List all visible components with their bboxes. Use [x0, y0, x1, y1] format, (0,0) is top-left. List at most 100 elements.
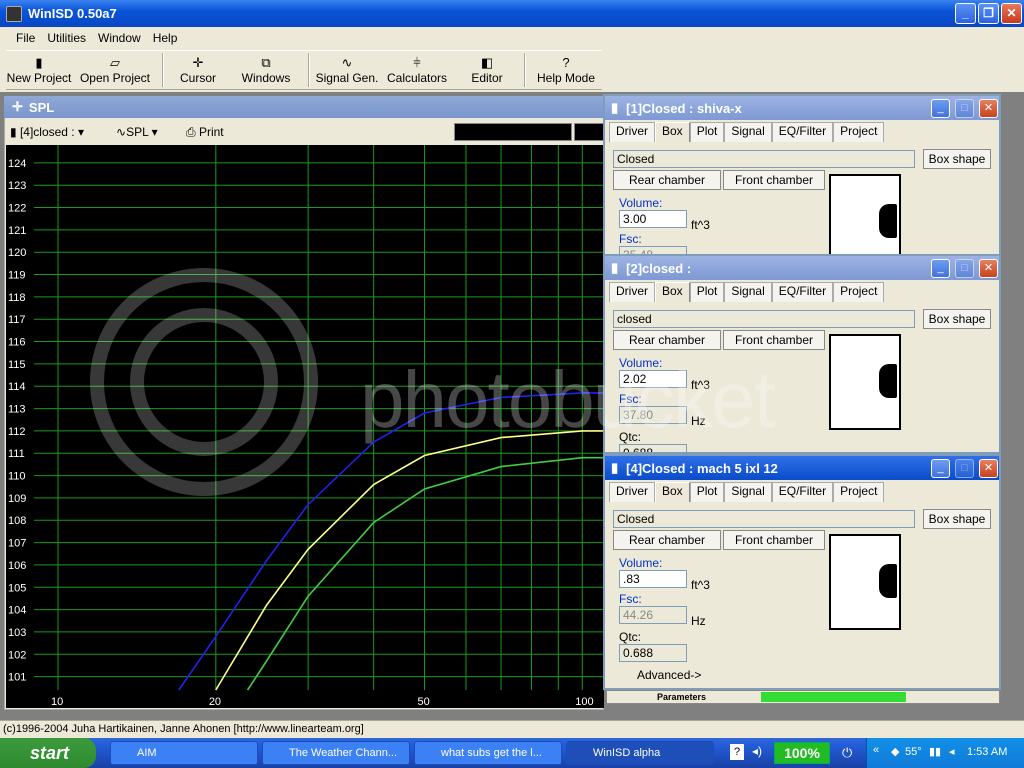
project-icon: ▮ — [611, 100, 619, 115]
front-chamber-button[interactable]: Front chamber — [723, 530, 825, 550]
tab-signal[interactable]: Signal — [724, 282, 772, 302]
tab-plot[interactable]: Plot — [689, 282, 725, 302]
tab-box[interactable]: Box — [655, 482, 690, 502]
tab-eqfilter[interactable]: EQ/Filter — [771, 122, 834, 142]
tab-eqfilter[interactable]: EQ/Filter — [771, 482, 834, 502]
y-tick-label: 105 — [8, 582, 26, 594]
y-tick-label: 124 — [8, 158, 26, 170]
tab-project[interactable]: Project — [833, 482, 885, 502]
help-mode-button[interactable]: ? Help Mode — [530, 51, 602, 89]
minimize-button[interactable]: _ — [955, 3, 976, 24]
system-tray: « ◆ 55° ▮▮ ◂ 1:53 AM — [866, 738, 1024, 768]
project-icon: ▮ — [611, 460, 619, 475]
tab-eqfilter[interactable]: EQ/Filter — [771, 282, 834, 302]
project-title: [2]closed : — [626, 260, 692, 276]
project-maximize-button[interactable]: □ — [955, 99, 974, 118]
rear-chamber-button[interactable]: Rear chamber — [613, 530, 721, 550]
box-shape-button[interactable]: Box shape — [923, 309, 991, 329]
tab-box[interactable]: Box — [655, 122, 690, 142]
task-winisd[interactable]: WinISD alpha — [566, 741, 714, 765]
close-button[interactable]: ✕ — [1001, 3, 1022, 24]
project-close-button[interactable]: ✕ — [979, 259, 998, 278]
x-tick-label: 100 — [575, 696, 593, 708]
tab-plot[interactable]: Plot — [689, 482, 725, 502]
task-weather[interactable]: The Weather Chann... — [262, 741, 410, 765]
spl-title-bar[interactable]: ✛ SPL — [4, 96, 604, 118]
project-minimize-button[interactable]: _ — [931, 99, 950, 118]
tab-plot[interactable]: Plot — [689, 122, 725, 142]
menu-file[interactable]: File — [10, 31, 41, 45]
tab-project[interactable]: Project — [833, 122, 885, 142]
graph-select[interactable]: ∿SPL ▾ — [116, 125, 176, 139]
project-select[interactable]: ▮ [4]closed : ▾ — [10, 125, 106, 139]
tab-driver[interactable]: Driver — [609, 122, 655, 142]
tab-signal[interactable]: Signal — [724, 482, 772, 502]
spl-chart[interactable]: 101 102 103 104 105 106 107 108 109 110 111 112 113 1… — [6, 145, 604, 708]
volume-unit: ft^3 — [691, 578, 710, 592]
volume-label: Volume: — [619, 196, 663, 210]
tab-signal[interactable]: Signal — [724, 122, 772, 142]
box-shape-button[interactable]: Box shape — [923, 509, 991, 529]
task-browser[interactable]: what subs get the l... — [414, 741, 562, 765]
y-tick-label: 122 — [8, 203, 26, 215]
spl-window-icon: ✛ — [12, 99, 23, 114]
tab-project[interactable]: Project — [833, 282, 885, 302]
project-window-3: ▮ [4]Closed : mach 5 ixl 12 _ □ ✕ Driver Box Pl… — [603, 454, 1001, 690]
windows-button[interactable]: ⧉ Windows — [228, 51, 304, 89]
start-button[interactable]: start — [0, 738, 96, 768]
cursor-readout-2 — [573, 123, 604, 141]
new-project-icon: ▮ — [35, 55, 43, 70]
signal-gen-button[interactable]: ∿ Signal Gen. — [314, 51, 380, 89]
tab-driver[interactable]: Driver — [609, 482, 655, 502]
fsc-label: Fsc: — [619, 392, 642, 406]
menu-utilities[interactable]: Utilities — [41, 31, 92, 45]
zoom-percent[interactable]: 100% — [774, 742, 830, 764]
editor-button[interactable]: ◧ Editor — [454, 51, 520, 89]
y-tick-label: 118 — [8, 292, 26, 304]
project-minimize-button[interactable]: _ — [931, 259, 950, 278]
tray-arrow-icon[interactable]: « — [873, 744, 879, 756]
new-project-button[interactable]: ▮ New Project — [6, 51, 72, 89]
menu-help[interactable]: Help — [147, 31, 184, 45]
task-aim[interactable]: AIM — [110, 741, 258, 765]
rear-chamber-button[interactable]: Rear chamber — [613, 170, 721, 190]
qtc-field: 0.688 — [619, 444, 687, 452]
parameters-progress: Parameters — [606, 690, 1000, 704]
fsc-unit: Hz — [691, 614, 706, 628]
advanced-button[interactable]: Advanced-> — [637, 668, 701, 682]
rear-chamber-button[interactable]: Rear chamber — [613, 330, 721, 350]
box-shape-button[interactable]: Box shape — [923, 149, 991, 169]
menu-bar: File Utilities Window Help — [0, 27, 1024, 49]
print-button[interactable]: ⎙ Print — [186, 125, 224, 140]
project-close-button[interactable]: ✕ — [979, 99, 998, 118]
speaker-icon — [879, 564, 897, 598]
parameters-progress-fill — [761, 692, 906, 702]
restore-button[interactable]: ❐ — [978, 3, 999, 24]
y-tick-label: 120 — [8, 247, 26, 259]
project-maximize-button[interactable]: □ — [955, 459, 974, 478]
cursor-readout-1 — [453, 123, 572, 141]
cursor-button[interactable]: ✛ Cursor — [168, 51, 228, 89]
volume-input[interactable]: 2.02 — [619, 370, 687, 388]
volume-icon[interactable]: ◂) — [752, 744, 762, 758]
project-close-button[interactable]: ✕ — [979, 459, 998, 478]
calculators-button[interactable]: ⫩ Calculators — [380, 51, 454, 89]
volume-input[interactable]: 3.00 — [619, 210, 687, 228]
speaker-icon: ◧ — [480, 55, 494, 70]
y-tick-label: 116 — [8, 337, 26, 349]
volume-input[interactable]: .83 — [619, 570, 687, 588]
tab-box[interactable]: Box — [655, 282, 690, 302]
y-tick-label: 106 — [8, 560, 26, 572]
help-icon[interactable]: ? — [730, 744, 744, 760]
project-minimize-button[interactable]: _ — [931, 459, 950, 478]
tab-driver[interactable]: Driver — [609, 282, 655, 302]
project-maximize-button[interactable]: □ — [955, 259, 974, 278]
sine-wave-icon: ∿ — [341, 55, 353, 70]
menu-window[interactable]: Window — [92, 31, 147, 45]
y-tick-label: 112 — [8, 426, 26, 438]
front-chamber-button[interactable]: Front chamber — [723, 170, 825, 190]
spl-toolbar: ▮ [4]closed : ▾ ∿SPL ▾ ⎙ Print — [6, 121, 604, 143]
status-bar: (c)1996-2004 Juha Hartikainen, Janne Aho… — [0, 720, 1024, 738]
open-project-button[interactable]: ▱ Open Project — [72, 51, 158, 89]
front-chamber-button[interactable]: Front chamber — [723, 330, 825, 350]
